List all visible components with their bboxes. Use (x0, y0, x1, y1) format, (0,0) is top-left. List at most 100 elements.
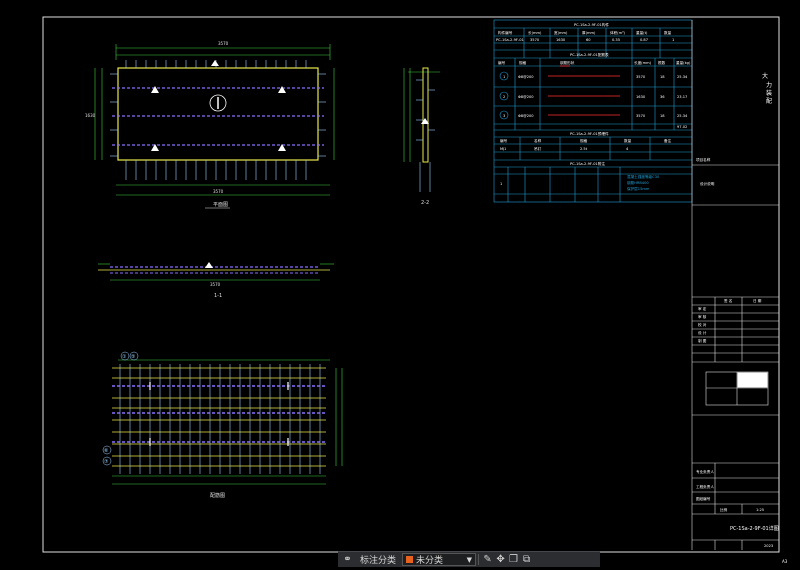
annotation-category-icon[interactable]: ⚭ (338, 552, 357, 567)
t3-h3: 数量 (624, 138, 632, 143)
note-label: 设计说明 (700, 181, 715, 186)
t2-r1-c4: 23.17 (677, 95, 687, 99)
t2-r1-c2: 1630 (636, 95, 646, 99)
t2-r2-c4: 25.34 (677, 114, 688, 118)
axis-marker-2: ⑤ (131, 354, 135, 360)
plan-dim-top: 3570 (218, 41, 229, 46)
t2-h1: 规格 (519, 60, 527, 65)
logo-block (737, 372, 768, 388)
t4-title: PC-1Sa-2-9F-01附注 (570, 161, 605, 166)
t2-h2: 钢筋形状 (560, 60, 575, 65)
rebar-view-label: 配筋图 (210, 492, 225, 499)
axis-marker-3: ⑥ (104, 448, 109, 454)
approval-header-left: 签 名 (724, 298, 733, 303)
approval-header-right: 日 期 (753, 298, 762, 303)
axis-marker-4: ⑦ (104, 459, 109, 465)
t3-c0: MJ1 (500, 147, 506, 151)
t3-h1: 名称 (534, 138, 542, 143)
t2-h0: 编号 (498, 60, 506, 65)
t3-c2: 2.5t (580, 147, 588, 151)
t4-c3: 保护层15mm (627, 186, 650, 191)
link-icon: ⚭ (343, 554, 352, 565)
drawing-name: PC-1Sa-2-9F-01详图 (730, 525, 779, 532)
drawing-frame (42, 16, 780, 553)
t1-c3: 60 (586, 38, 591, 42)
t2-r2-c0: 3 (503, 114, 505, 118)
scale-value: 1:25 (756, 508, 764, 512)
t4-c1: 混凝土强度等级C30 (627, 174, 660, 179)
cad-drawing-canvas[interactable]: 3570 1630 3570 平面图 2-2 3570 1-1 ① ⑤ ⑥ ⑦ … (0, 0, 800, 566)
tb-row-1: 审 核 (698, 314, 707, 319)
t3-c3: 4 (626, 147, 629, 151)
t3-h2: 规格 (580, 138, 588, 143)
move-icon[interactable]: ✥ (494, 553, 507, 566)
t1-h0: 构件编号 (498, 30, 513, 35)
t2-h3: 长度(mm) (634, 60, 652, 65)
rebar-view: ① ⑤ ⑥ ⑦ 配筋图 (102, 351, 343, 499)
plan-view-label: 平面图 (213, 202, 228, 208)
t1-h4: 体积(m³) (610, 30, 626, 35)
t2-r2-c2: 3570 (636, 114, 646, 118)
t1-h2: 宽(mm) (554, 30, 568, 35)
company-char-2: 力 (766, 81, 772, 89)
copy-icon[interactable]: ❐ (507, 553, 520, 566)
tb-bottom-2: 图纸编号 (696, 496, 711, 501)
t1-h1: 长(mm) (528, 30, 542, 35)
section-1-label: 1-1 (214, 293, 222, 299)
t2-h5: 重量(kg) (676, 60, 691, 65)
tb-row-2: 校 对 (698, 322, 707, 327)
tb-row-0: 审 定 (698, 306, 707, 311)
t3-h4: 备注 (664, 138, 672, 143)
t2-r1-c3: 36 (660, 95, 665, 99)
t1-c4: 0.35 (612, 38, 620, 42)
t2-r0-c4: 25.34 (677, 75, 688, 79)
project-label: 项目名称 (696, 157, 711, 162)
chevron-down-icon: ▼ (466, 555, 473, 564)
drawing-number: 2023 (764, 544, 773, 548)
plan-view: 3570 1630 3570 平面图 (85, 41, 335, 209)
rebar-tables (493, 19, 693, 203)
t1-h6: 数量 (664, 30, 672, 35)
t2-r1-c1: Φ8@200 (518, 95, 534, 99)
axis-marker-1: ① (122, 354, 127, 360)
toolbar-separator (478, 554, 480, 565)
t2-h4: 根数 (658, 60, 666, 65)
tb-bottom-1: 工程负责人 (696, 484, 714, 489)
tb-row-3: 设 计 (698, 330, 707, 335)
t3-title: PC-1Sa-2-9F-01预埋件 (570, 131, 609, 136)
t1-title: PC-1Sa-2-9F-01构件 (574, 22, 609, 27)
company-char-1: 大 (762, 72, 768, 80)
t3-h0: 编号 (500, 138, 508, 143)
t2-r2-c3: 18 (660, 114, 665, 118)
category-dropdown[interactable]: 未分类 ▼ (402, 553, 477, 566)
t3-c1: 吊钉 (534, 146, 542, 151)
t2-r0-c1: Φ8@200 (518, 75, 534, 79)
drawing-viewport[interactable]: 3570 1630 3570 平面图 2-2 3570 1-1 ① ⑤ ⑥ ⑦ … (0, 0, 800, 566)
t1-c6: 1 (672, 38, 674, 42)
plan-slab-outline (117, 67, 319, 161)
layers-icon[interactable]: ⧉ (520, 553, 533, 566)
scale-label: 比例 (720, 507, 728, 512)
t4-c2: 钢筋HRB400 (627, 180, 649, 185)
t2-r0-c2: 3570 (636, 75, 646, 79)
category-value: 未分类 (416, 556, 444, 566)
plan-dim-left: 1630 (85, 113, 96, 118)
t1-c1: 3570 (530, 38, 540, 42)
t1-h3: 厚(mm) (582, 30, 596, 35)
section-1-1: 3570 1-1 (98, 262, 334, 299)
category-color-swatch (406, 556, 414, 563)
t2-r1-c0: 2 (503, 95, 505, 99)
svg-text:3570: 3570 (210, 282, 221, 287)
company-char-3: 装 (766, 89, 772, 97)
t2-title: PC-1Sa-2-9F-01配筋表 (570, 52, 609, 57)
t1-h5: 重量(t) (636, 30, 648, 35)
t1-c5: 0.87 (640, 38, 648, 42)
section-2-2: 2-2 (403, 67, 440, 206)
tb-bottom-0: 专业负责人 (696, 469, 714, 474)
company-char-4: 配 (766, 98, 772, 105)
edit-icon[interactable]: ✎ (481, 553, 494, 566)
section-2-label: 2-2 (421, 200, 429, 206)
t1-c0: PC-1Sa-2-9F-01 (496, 38, 524, 42)
tb-row-4: 制 图 (698, 338, 707, 343)
t2-r2-c1: Φ8@200 (518, 114, 534, 118)
